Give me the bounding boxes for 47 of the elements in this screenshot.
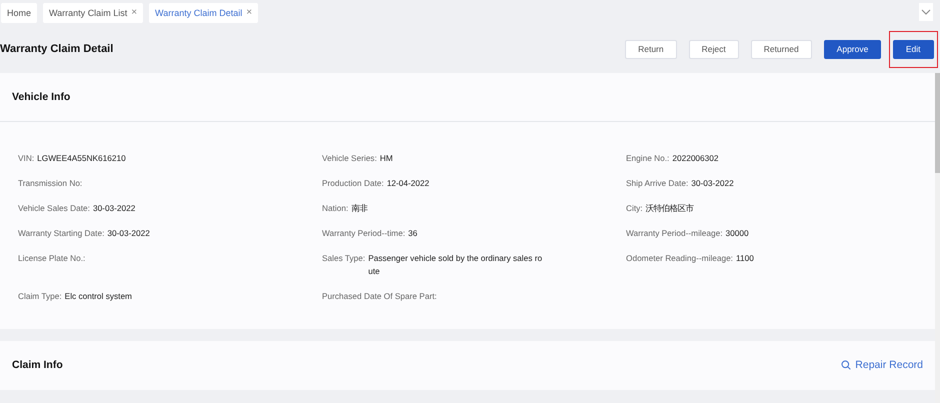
field-label: Claim Type: xyxy=(18,290,62,303)
action-button[interactable]: Approve xyxy=(824,40,882,58)
field-label: Transmission No: xyxy=(18,177,82,190)
action-button[interactable]: Edit xyxy=(892,40,934,58)
field-label: Warranty Period--mileage: xyxy=(626,227,723,240)
field-label: License Plate No.: xyxy=(18,252,86,265)
field-label: Production Date: xyxy=(322,177,384,190)
field-label: Odometer Reading--mileage: xyxy=(626,252,733,265)
field-value: 沃特伯格区市 xyxy=(646,202,694,215)
field-label: Warranty Starting Date: xyxy=(18,227,104,240)
field-value: HM xyxy=(380,152,393,165)
tab[interactable]: Home xyxy=(1,2,38,22)
field-value: Elc control system xyxy=(64,290,132,303)
field-value: 2022006302 xyxy=(672,152,719,165)
repair-record-link[interactable]: Repair Record xyxy=(841,359,923,371)
close-icon[interactable]: × xyxy=(131,7,138,18)
field-label: City: xyxy=(626,202,643,215)
tab[interactable]: Warranty Claim List × xyxy=(43,2,144,22)
section-title: Claim Info xyxy=(12,359,63,371)
close-icon[interactable]: × xyxy=(246,7,252,18)
field-value: LGWEE4A55NK616210 xyxy=(37,152,126,165)
page-title: Warranty Claim Detail xyxy=(0,43,114,55)
field-label: Engine No.: xyxy=(626,152,670,165)
field-value: 36 xyxy=(408,227,418,240)
field-label: VIN: xyxy=(18,152,34,165)
field-value: 30-03-2022 xyxy=(92,202,136,215)
field-label: Ship Arrive Date: xyxy=(626,177,688,190)
field-value: 30000 xyxy=(726,227,749,240)
search-icon xyxy=(841,360,852,370)
section-title: Vehicle Info xyxy=(12,91,70,103)
field-label: Warranty Period--time: xyxy=(322,227,406,240)
action-button[interactable]: Returned xyxy=(750,40,812,58)
tab[interactable]: Warranty Claim Detail × xyxy=(149,2,258,22)
chevron-down-icon[interactable] xyxy=(919,3,933,21)
field-label: Purchased Date Of Spare Part: xyxy=(322,290,437,303)
field-value: Passenger vehicle sold by the ordinary sales route xyxy=(368,252,544,278)
field-label: Nation: xyxy=(322,202,348,215)
action-button[interactable]: Reject xyxy=(688,40,739,58)
field-label: Vehicle Series: xyxy=(322,152,377,165)
field-value: 30-03-2022 xyxy=(107,227,150,240)
field-value: 12-04-2022 xyxy=(386,177,430,190)
field-value: 30-03-2022 xyxy=(691,177,734,190)
field-label: Vehicle Sales Date: xyxy=(18,202,90,215)
field-value: 南非 xyxy=(351,202,368,215)
action-button[interactable]: Return xyxy=(625,40,677,58)
field-label: Sales Type: xyxy=(322,252,366,265)
field-value: 1100 xyxy=(736,252,754,265)
